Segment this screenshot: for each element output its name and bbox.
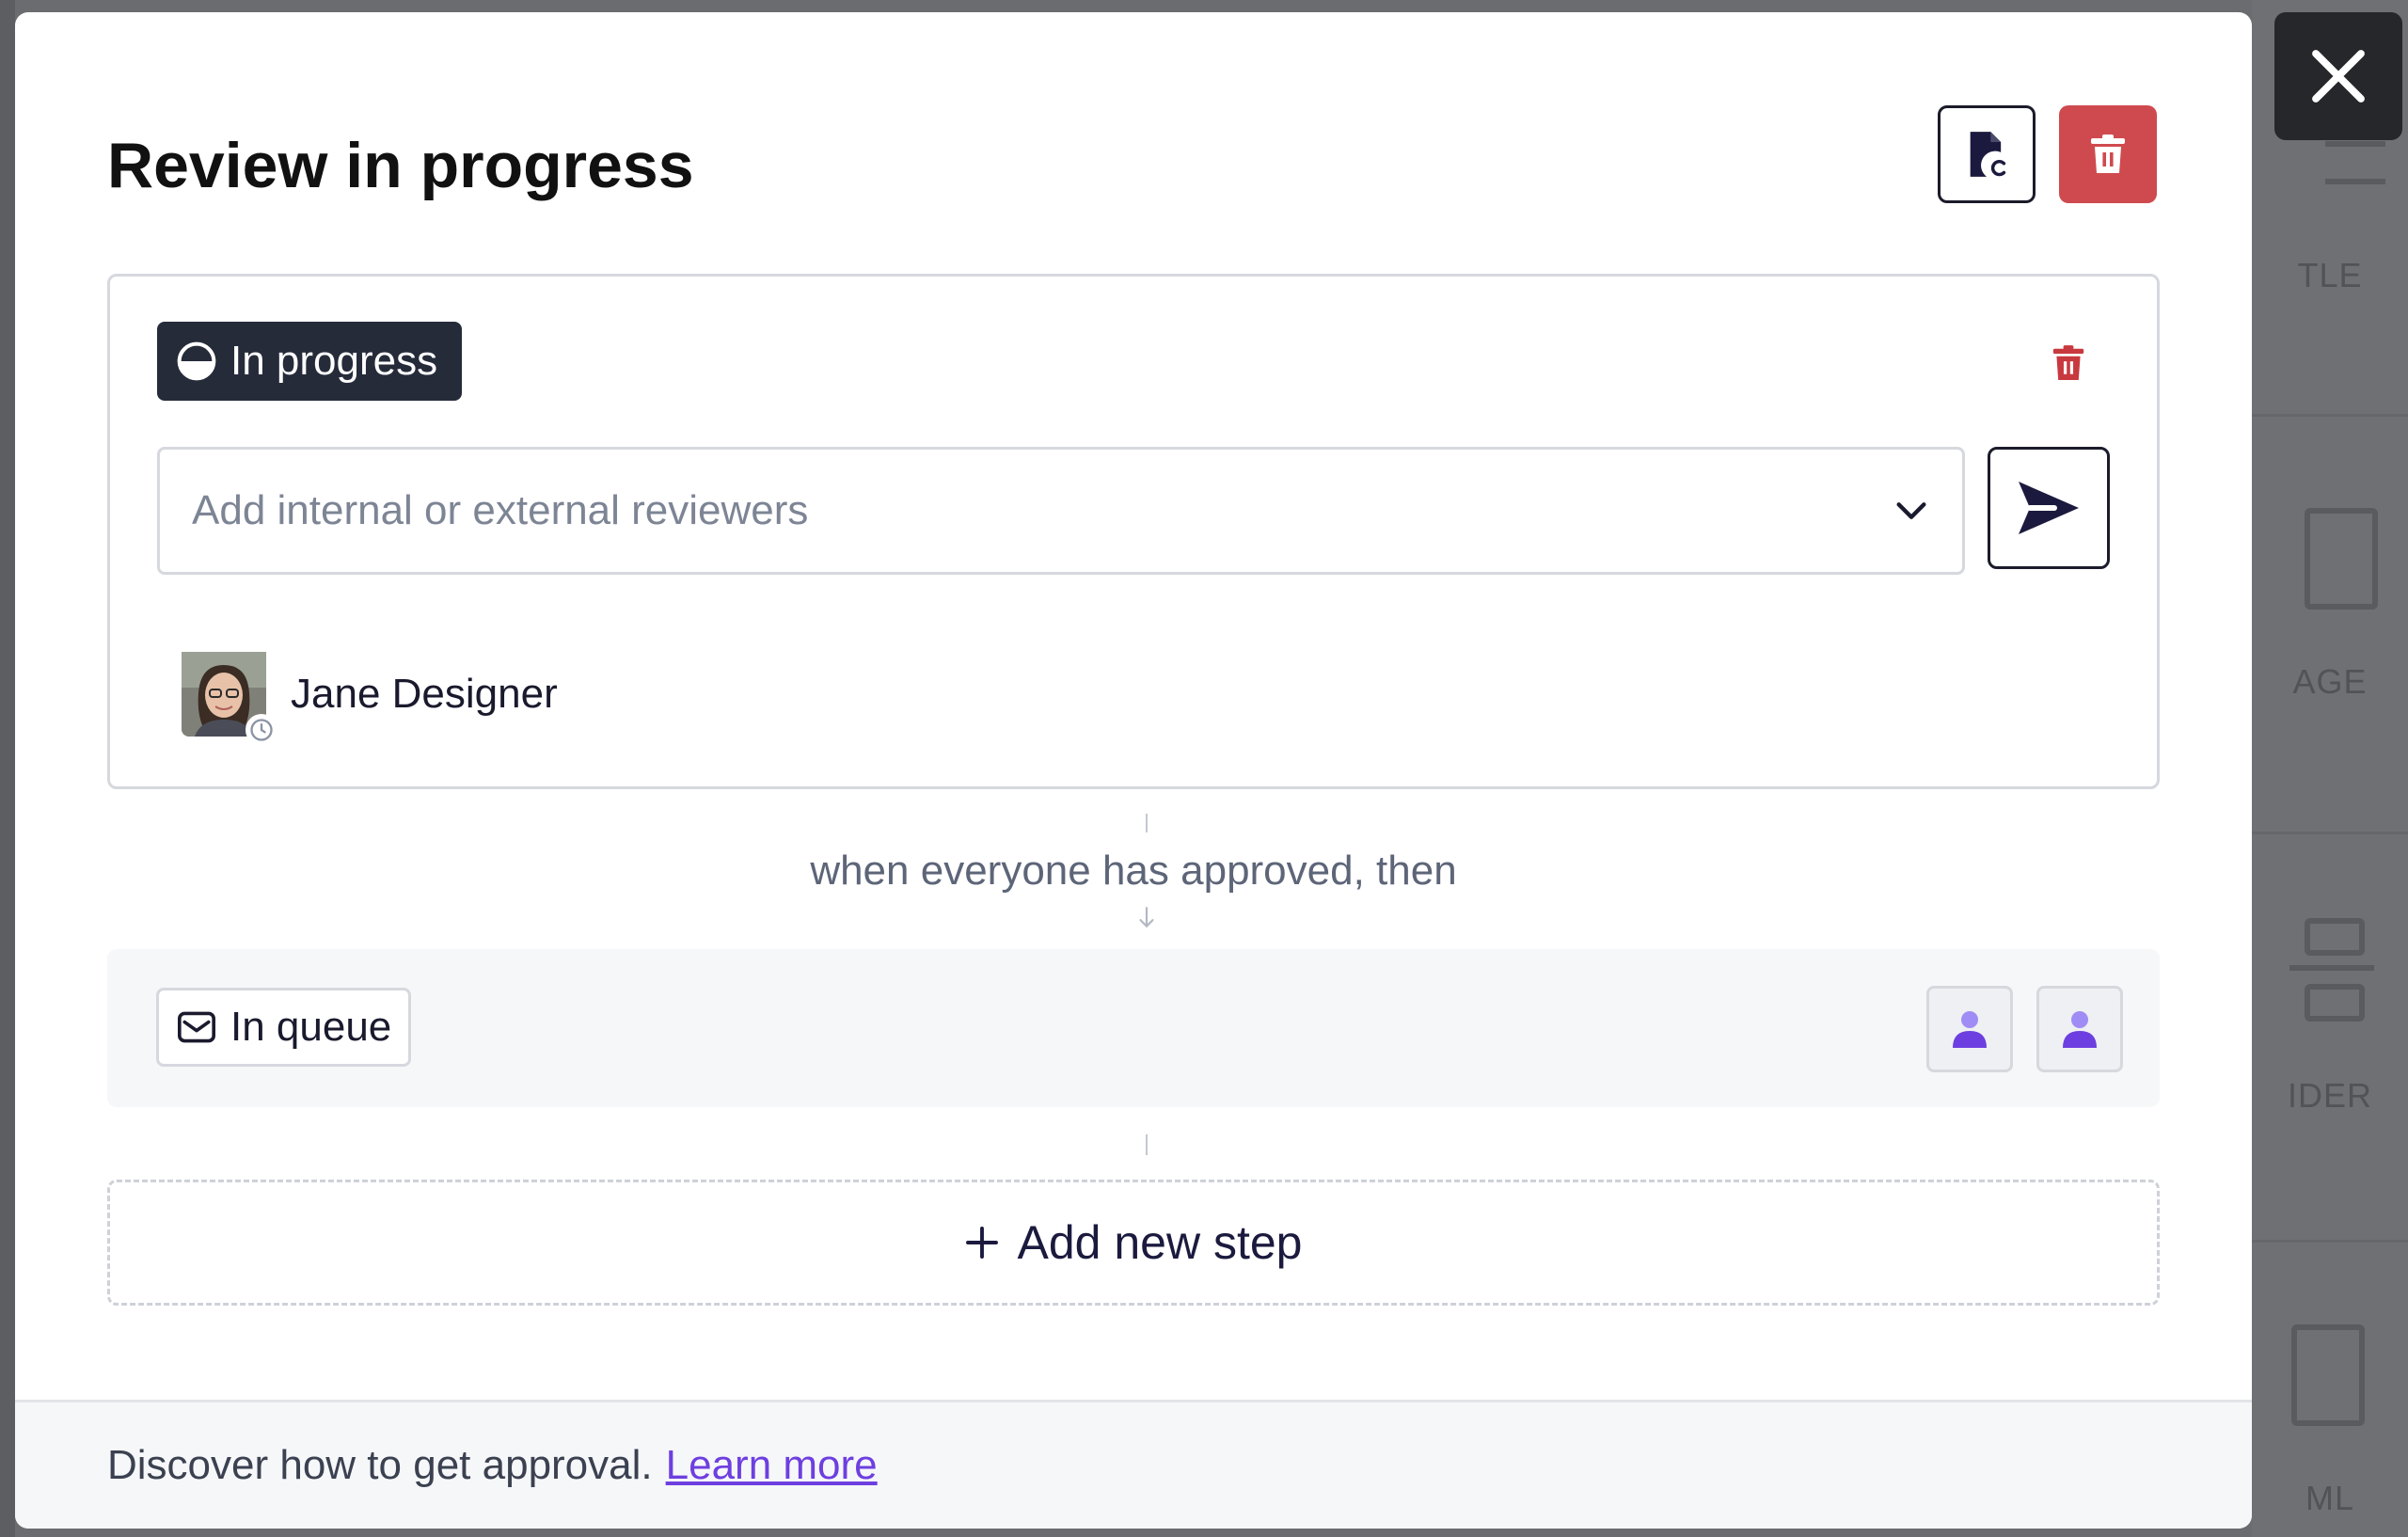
- review-modal: Review in progress In progress Add inter…: [15, 12, 2252, 1529]
- status-badge-in-progress[interactable]: In progress: [157, 322, 463, 401]
- document-copy-icon: [1970, 132, 2006, 177]
- reviewer-name: Jane Designer: [291, 671, 558, 717]
- status-label: In queue: [230, 1004, 392, 1050]
- review-step-card: In progress Add internal or external rev…: [107, 274, 2160, 789]
- background-label: ML: [2305, 1479, 2354, 1517]
- add-new-step-label: Add new step: [1017, 1216, 1303, 1269]
- background-label: AGE: [2292, 662, 2368, 701]
- half-circle-progress-icon: [177, 341, 216, 381]
- arrow-down-icon: [1139, 907, 1154, 928]
- trash-icon: [2091, 135, 2125, 173]
- pending-clock-icon: [246, 714, 277, 746]
- background-app-left-strip: [0, 0, 15, 1537]
- background-sidebar-panel: TLE AGE IDER ML: [2252, 0, 2408, 1537]
- document-status-button[interactable]: [1938, 105, 2036, 203]
- add-reviewer-slot[interactable]: [2036, 986, 2123, 1072]
- reviewer-select-placeholder: Add internal or external reviewers: [192, 487, 809, 533]
- status-label: In progress: [230, 338, 438, 384]
- background-tile-image: AGE: [2252, 418, 2408, 834]
- modal-footer: Discover how to get approval. Learn more: [15, 1400, 2252, 1529]
- queued-step-row: In queue: [107, 949, 2160, 1107]
- modal-title: Review in progress: [107, 130, 694, 201]
- send-to-reviewers-button[interactable]: [1988, 447, 2110, 569]
- step-connector-text: when everyone has approved, then: [810, 848, 1457, 894]
- envelope-icon: [178, 1011, 215, 1043]
- connector-line: [1146, 814, 1148, 832]
- status-badge-in-queue[interactable]: In queue: [156, 988, 412, 1067]
- add-reviewer-slot[interactable]: [1926, 986, 2013, 1072]
- connector-line: [1146, 1134, 1148, 1155]
- delete-step-button[interactable]: [2042, 337, 2095, 389]
- learn-more-link[interactable]: Learn more: [666, 1442, 878, 1489]
- trash-icon: [2052, 345, 2084, 380]
- add-new-step-button[interactable]: Add new step: [107, 1180, 2160, 1306]
- reviewer-list-item: Jane Designer: [182, 649, 558, 746]
- background-tile-html: ML: [2252, 1244, 2408, 1537]
- user-icon: [2063, 1011, 2097, 1048]
- plus-icon: [965, 1227, 998, 1259]
- background-label: IDER: [2287, 1076, 2372, 1115]
- background-tile-divider: IDER: [2252, 835, 2408, 1243]
- chevron-down-icon[interactable]: [1893, 492, 1930, 530]
- background-label: TLE: [2297, 256, 2363, 294]
- close-modal-button[interactable]: [2274, 12, 2402, 140]
- footer-text: Discover how to get approval.: [107, 1442, 653, 1488]
- user-icon: [1953, 1011, 1987, 1048]
- delete-review-button[interactable]: [2059, 105, 2157, 203]
- close-icon: [2312, 50, 2365, 103]
- send-arrow-icon: [2019, 482, 2079, 534]
- reviewer-select-input[interactable]: Add internal or external reviewers: [157, 447, 1965, 575]
- avatar: [182, 652, 277, 746]
